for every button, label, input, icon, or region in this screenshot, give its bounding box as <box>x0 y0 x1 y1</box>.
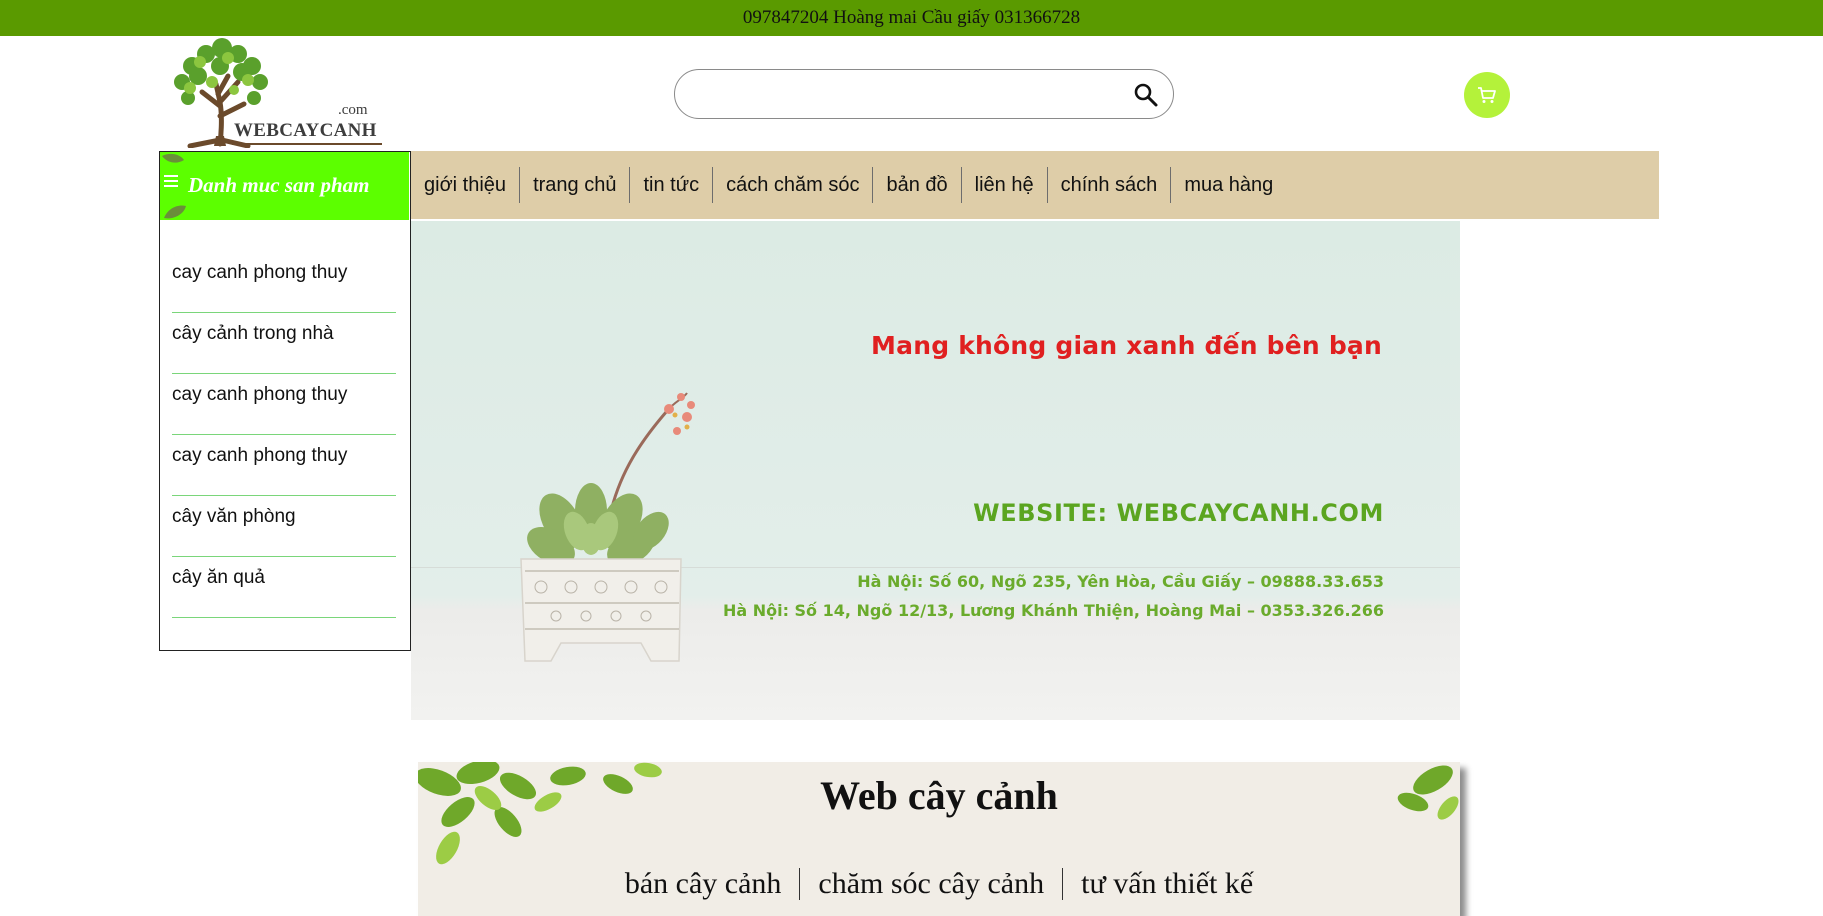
about-title: Web cây cảnh <box>820 773 1058 818</box>
cart-button[interactable] <box>1464 72 1510 118</box>
menu-icon <box>164 175 178 187</box>
nav-item-ban-do[interactable]: bản đồ <box>873 167 962 203</box>
nav-item-chinh-sach[interactable]: chính sách <box>1048 167 1172 203</box>
main-nav: giới thiệu trang chủ tin tức cách chăm s… <box>411 151 1659 219</box>
cart-icon <box>1478 87 1496 103</box>
logo-suffix: .com <box>338 102 368 118</box>
category-sidebar: Danh muc san pham cay canh phong thuy câ… <box>159 151 411 651</box>
category-item[interactable]: cây văn phòng <box>172 496 396 557</box>
category-item[interactable]: cay canh phong thuy <box>172 252 396 313</box>
category-item[interactable]: cay canh phong thuy <box>172 374 396 435</box>
nav-item-cach-cham-soc[interactable]: cách chăm sóc <box>713 167 874 203</box>
about-link-ban-cay-canh[interactable]: bán cây cảnh <box>607 868 801 900</box>
banner-website: WEBSITE: WEBCAYCANH.COM <box>973 499 1384 527</box>
nav-item-trang-chu[interactable]: trang chủ <box>520 167 631 203</box>
category-item[interactable]: cay canh phong thuy <box>172 435 396 496</box>
category-header[interactable]: Danh muc san pham <box>160 152 409 220</box>
search-input[interactable] <box>693 80 1103 110</box>
about-links: bán cây cảnh chăm sóc cây cảnh tư vấn th… <box>418 868 1460 900</box>
nav-item-mua-hang[interactable]: mua hàng <box>1171 167 1286 203</box>
hero-banner: Mang không gian xanh đến bên bạn WEBSITE… <box>411 221 1460 720</box>
banner-address-1: Hà Nội: Số 60, Ngõ 235, Yên Hòa, Cầu Giấ… <box>857 572 1384 591</box>
category-list: cay canh phong thuy cây cảnh trong nhà c… <box>172 252 396 618</box>
banner-address-2: Hà Nội: Số 14, Ngõ 12/13, Lương Khánh Th… <box>722 601 1384 620</box>
potted-succulent-illustration <box>520 392 695 662</box>
contact-text: 097847204 Hoàng mai Cầu giấy 031366728 <box>742 7 1081 28</box>
search-box <box>674 69 1174 119</box>
category-item[interactable]: cây ăn quả <box>172 557 396 618</box>
about-link-tu-van[interactable]: tư vấn thiết kế <box>1063 868 1271 900</box>
top-contact-bar: 097847204 Hoàng mai Cầu giấy 031366728 <box>0 0 1823 36</box>
about-section: Web cây cảnh bán cây cảnh chăm sóc cây c… <box>418 762 1460 916</box>
nav-item-tin-tuc[interactable]: tin tức <box>630 167 714 203</box>
category-title: Danh muc san pham <box>188 173 370 197</box>
search-button[interactable] <box>1133 82 1159 108</box>
category-item[interactable]: cây cảnh trong nhà <box>172 313 396 374</box>
banner-slogan: Mang không gian xanh đến bên bạn <box>871 331 1382 360</box>
site-logo[interactable]: .com WEBCAYCANH <box>162 36 387 149</box>
nav-item-gioi-thieu[interactable]: giới thiệu <box>411 167 521 203</box>
about-link-cham-soc[interactable]: chăm sóc cây cảnh <box>800 868 1064 900</box>
nav-item-lien-he[interactable]: liên hệ <box>962 167 1048 203</box>
logo-text: WEBCAYCANH <box>234 120 377 141</box>
search-icon <box>1134 83 1158 107</box>
